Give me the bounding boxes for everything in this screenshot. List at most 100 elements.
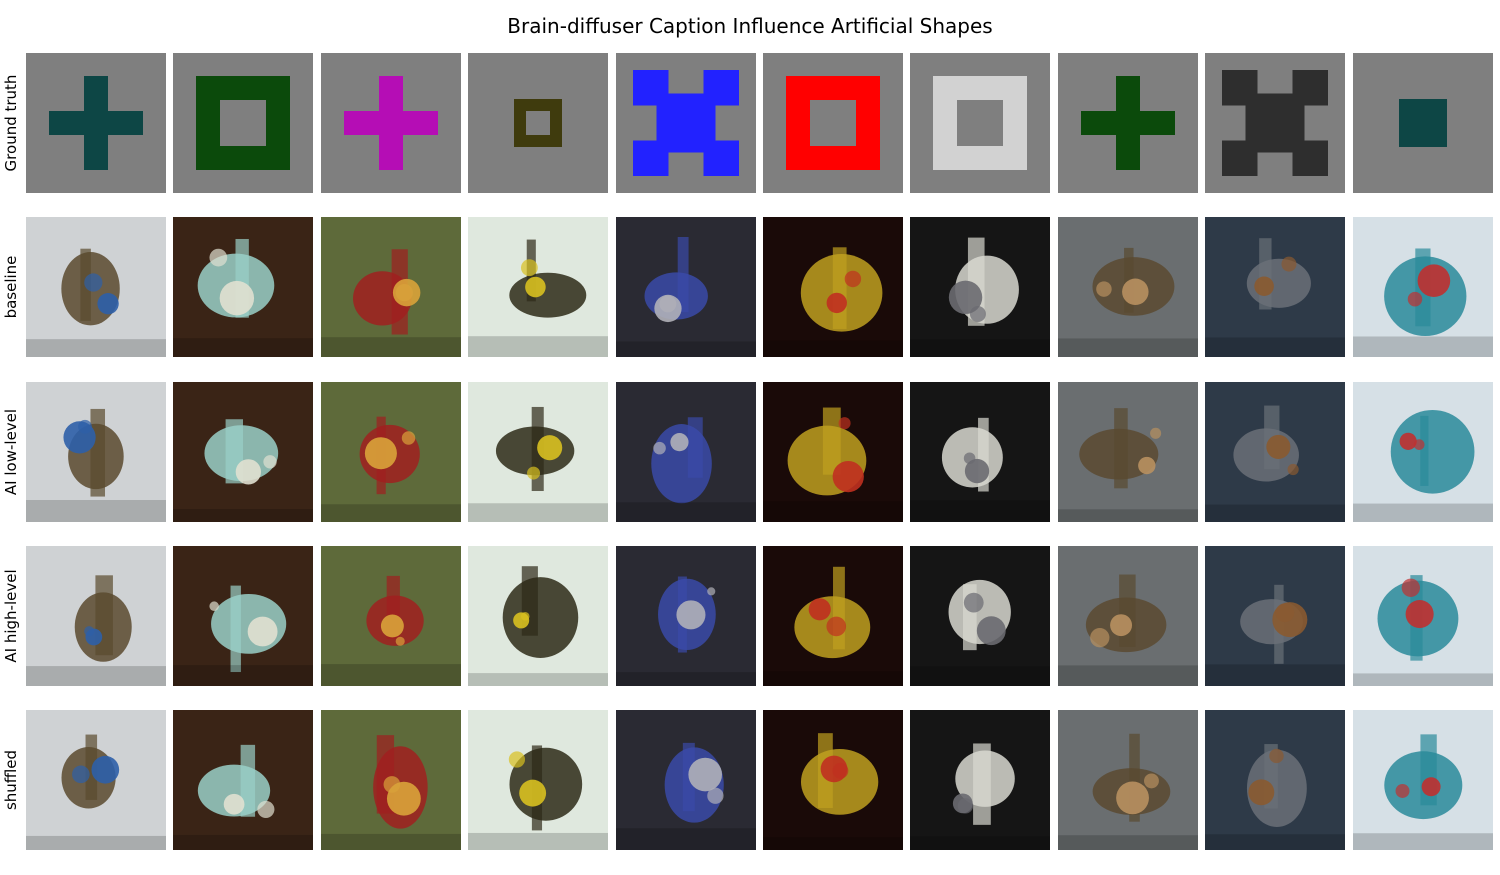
reconstruction-cell [321, 382, 461, 522]
reconstruction-cell [910, 382, 1050, 522]
reconstruction-image [763, 546, 903, 686]
reconstruction-image [173, 382, 313, 522]
reconstruction-cell [321, 710, 461, 850]
row-label: AI low-level [2, 382, 20, 522]
row-label-text: AI high-level [2, 569, 20, 663]
reconstruction-image [910, 546, 1050, 686]
reconstruction-image [173, 546, 313, 686]
filled-square-shape [1353, 53, 1493, 193]
reconstruction-cell [616, 382, 756, 522]
reconstruction-image [1353, 217, 1493, 357]
reconstruction-cell [173, 217, 313, 357]
reconstruction-cell [26, 710, 166, 850]
reconstruction-image [910, 710, 1050, 850]
reconstruction-image [1205, 217, 1345, 357]
row-label-text: AI low-level [2, 408, 20, 496]
reconstruction-cell [616, 546, 756, 686]
reconstruction-image [321, 217, 461, 357]
reconstruction-cell [763, 382, 903, 522]
reconstruction-cell [763, 217, 903, 357]
reconstruction-cell [1205, 710, 1345, 850]
reconstruction-cell [468, 710, 608, 850]
reconstruction-cell [1058, 382, 1198, 522]
reconstruction-image [1058, 546, 1198, 686]
reconstruction-image [616, 710, 756, 850]
row-label: shuffled [2, 710, 20, 850]
ground-truth-cell [468, 53, 608, 193]
row-label-text: shuffled [2, 749, 20, 811]
reconstruction-cell [1058, 217, 1198, 357]
reconstruction-image [468, 546, 608, 686]
reconstruction-image [468, 382, 608, 522]
reconstruction-cell [763, 710, 903, 850]
reconstruction-image [763, 710, 903, 850]
reconstruction-cell [1353, 382, 1493, 522]
ground-truth-cell [1058, 53, 1198, 193]
reconstruction-cell [26, 382, 166, 522]
image-row: AI high-level [2, 546, 1493, 686]
row-label: baseline [2, 217, 20, 357]
x-cross-shape [1205, 53, 1345, 193]
reconstruction-cell [616, 217, 756, 357]
reconstruction-image [1058, 710, 1198, 850]
reconstruction-image [763, 382, 903, 522]
reconstruction-image [321, 546, 461, 686]
reconstruction-image [26, 710, 166, 850]
ground-truth-cell [321, 53, 461, 193]
reconstruction-cell [321, 217, 461, 357]
reconstruction-image [173, 217, 313, 357]
row-label: AI high-level [2, 546, 20, 686]
reconstruction-image [468, 710, 608, 850]
reconstruction-image [616, 217, 756, 357]
reconstruction-image [26, 546, 166, 686]
reconstruction-cell [321, 546, 461, 686]
reconstruction-cell [616, 710, 756, 850]
square-ring-small-shape [468, 53, 608, 193]
reconstruction-image [173, 710, 313, 850]
square-ring-shape [173, 53, 313, 193]
reconstruction-image [616, 546, 756, 686]
reconstruction-image [910, 217, 1050, 357]
square-ring-shape [910, 53, 1050, 193]
image-row: shuffled [2, 710, 1493, 850]
reconstruction-cell [1353, 710, 1493, 850]
reconstruction-cell [173, 710, 313, 850]
ground-truth-cell [763, 53, 903, 193]
reconstruction-image [321, 382, 461, 522]
reconstruction-image [763, 217, 903, 357]
plus-shape [1058, 53, 1198, 193]
ground-truth-cell [173, 53, 313, 193]
ground-truth-cell [910, 53, 1050, 193]
reconstruction-cell [1205, 546, 1345, 686]
plus-shape [26, 53, 166, 193]
reconstruction-cell [910, 217, 1050, 357]
reconstruction-cell [910, 710, 1050, 850]
reconstruction-cell [173, 546, 313, 686]
reconstruction-cell [468, 217, 608, 357]
row-label-text: Ground truth [2, 74, 20, 172]
reconstruction-cell [1058, 710, 1198, 850]
ground-truth-cell [1353, 53, 1493, 193]
reconstruction-cell [910, 546, 1050, 686]
reconstruction-cell [1058, 546, 1198, 686]
reconstruction-image [1353, 710, 1493, 850]
x-cross-shape [616, 53, 756, 193]
reconstruction-cell [1353, 217, 1493, 357]
reconstruction-image [1058, 217, 1198, 357]
reconstruction-cell [468, 382, 608, 522]
row-label: Ground truth [2, 53, 20, 193]
image-row: baseline [2, 217, 1493, 357]
reconstruction-image [1205, 710, 1345, 850]
reconstruction-cell [1353, 546, 1493, 686]
reconstruction-image [1205, 382, 1345, 522]
reconstruction-image [1353, 546, 1493, 686]
reconstruction-cell [173, 382, 313, 522]
reconstruction-image [616, 382, 756, 522]
reconstruction-cell [1205, 217, 1345, 357]
image-row: AI low-level [2, 382, 1493, 522]
reconstruction-cell [1205, 382, 1345, 522]
plus-shape [321, 53, 461, 193]
reconstruction-image [1058, 382, 1198, 522]
ground-truth-cell [1205, 53, 1345, 193]
image-row: Ground truth [2, 53, 1493, 193]
